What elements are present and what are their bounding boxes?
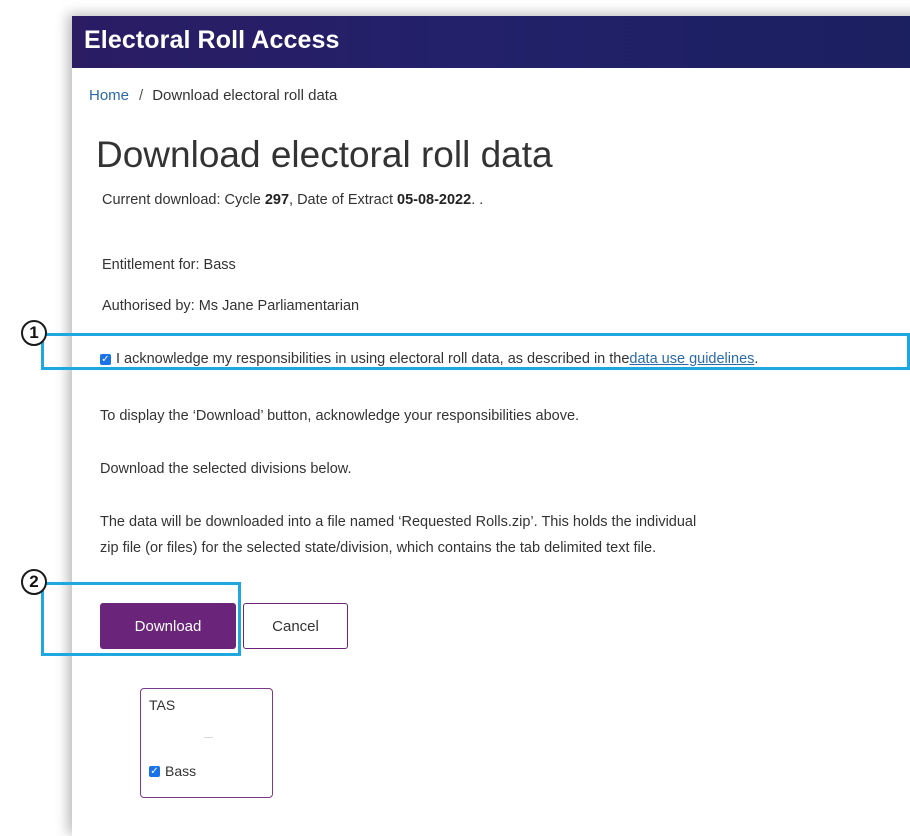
app-title: Electoral Roll Access [84,26,340,54]
cycle-number: 297 [264,192,290,208]
file-instruction-line1: The data will be downloaded into a file … [100,514,697,530]
state-name: TAS [149,697,176,713]
display-instruction: To display the ‘Download’ button, acknow… [100,408,580,424]
breadcrumb-separator: / [139,87,144,104]
page-title: Download electoral roll data [96,134,553,175]
state-selection-box: TAS ✓ Bass [140,688,273,798]
browser-window: Electoral Roll Access Home / Download elec… [72,16,910,836]
callout-highlight-1 [41,333,910,370]
app-header: Electoral Roll Access [72,16,910,68]
callout-number-2: 2 [21,569,47,595]
file-instruction-line2: zip file (or files) for the selected sta… [100,540,657,556]
breadcrumb-current: Download electoral roll data [152,87,338,104]
callout-highlight-2 [41,582,241,656]
current-download-info: Current download: Cycle 297, Date of Ext… [102,192,484,208]
authorised-text: Authorised by: Ms Jane Parliamentarian [102,298,360,314]
division-label: Bass [165,763,197,779]
breadcrumb: Home / Download electoral roll data [89,87,337,104]
selected-instruction: Download the selected divisions below. [100,461,352,477]
breadcrumb-home-link[interactable]: Home [89,87,129,104]
entitlement-text: Entitlement for: Bass [102,257,236,273]
callout-number-1: 1 [21,320,47,346]
extract-date: 05-08-2022 [397,192,472,208]
cancel-button[interactable]: Cancel [243,603,348,649]
divider [204,737,213,738]
division-item[interactable]: ✓ Bass [149,763,196,779]
division-checkbox[interactable]: ✓ [149,765,160,777]
